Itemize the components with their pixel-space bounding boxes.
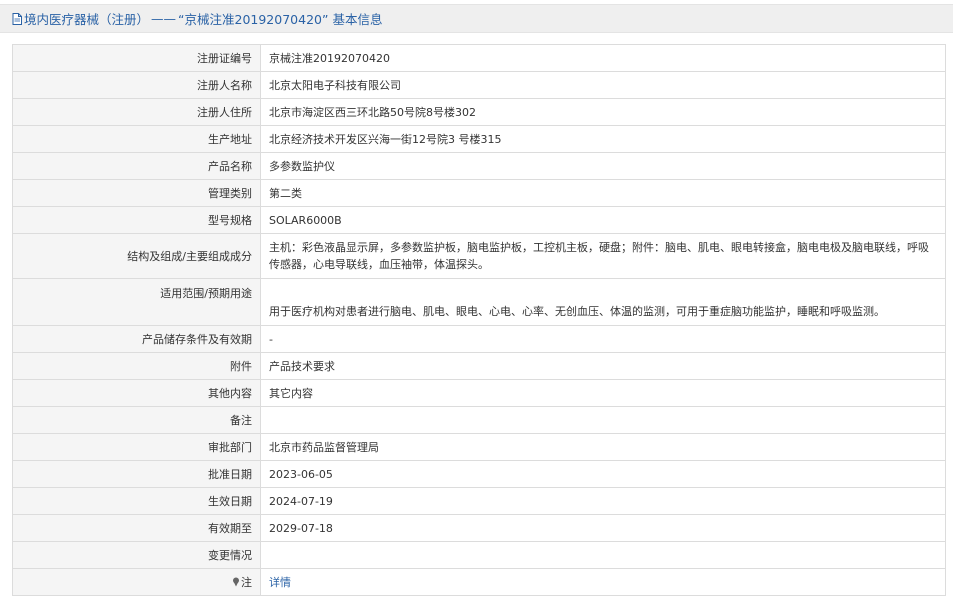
row-label-product-name: 产品名称: [12, 152, 261, 180]
row-value-registration-number: 京械注准20192070420: [260, 44, 946, 72]
table-row: 型号规格 SOLAR6000B: [12, 206, 946, 234]
table-row: 其他内容 其它内容: [12, 379, 946, 407]
row-value-other-content: 其它内容: [260, 379, 946, 407]
row-label-production-address: 生产地址: [12, 125, 261, 153]
document-icon: [12, 12, 22, 25]
row-value-management-class: 第二类: [260, 179, 946, 207]
row-value-structure-composition: 主机：彩色液晶显示屏，多参数监护板，脑电监护板，工控机主板，硬盘；附件：脑电、肌…: [260, 233, 946, 279]
table-row: 附件 产品技术要求: [12, 352, 946, 380]
row-label-intended-use: 适用范围/预期用途: [12, 278, 261, 326]
note-label-text: 注: [241, 575, 252, 589]
table-row: 注册人名称 北京太阳电子科技有限公司: [12, 71, 946, 99]
row-label-management-class: 管理类别: [12, 179, 261, 207]
pin-icon: [233, 577, 239, 586]
row-label-registrant-name: 注册人名称: [12, 71, 261, 99]
row-value-model-spec: SOLAR6000B: [260, 206, 946, 234]
page-header: 境内医疗器械（注册） —— “京械注准20192070420” 基本信息: [0, 4, 953, 33]
row-value-storage-validity: -: [260, 325, 946, 353]
table-row: 备注: [12, 406, 946, 434]
table-row: 生效日期 2024-07-19: [12, 487, 946, 515]
row-label-remarks: 备注: [12, 406, 261, 434]
row-value-product-name: 多参数监护仪: [260, 152, 946, 180]
row-value-valid-until: 2029-07-18: [260, 514, 946, 542]
row-label-attachment: 附件: [12, 352, 261, 380]
table-row: 变更情况: [12, 541, 946, 569]
row-label-registrant-address: 注册人住所: [12, 98, 261, 126]
row-value-production-address: 北京经济技术开发区兴海一街12号院3 号楼315: [260, 125, 946, 153]
header-dash: ——: [151, 11, 177, 26]
table-row: 审批部门 北京市药品监督管理局: [12, 433, 946, 461]
row-label-note: 注: [12, 568, 261, 596]
table-row: 适用范围/预期用途 用于医疗机构对患者进行脑电、肌电、眼电、心电、心率、无创血压…: [12, 278, 946, 326]
details-link[interactable]: 详情: [269, 576, 291, 589]
row-value-change-status: [260, 541, 946, 569]
table-row: 批准日期 2023-06-05: [12, 460, 946, 488]
table-row: 注册人住所 北京市海淀区西三环北路50号院8号楼302: [12, 98, 946, 126]
table-row: 注 详情: [12, 568, 946, 596]
row-label-model-spec: 型号规格: [12, 206, 261, 234]
table-row: 管理类别 第二类: [12, 179, 946, 207]
row-value-remarks: [260, 406, 946, 434]
table-row: 产品名称 多参数监护仪: [12, 152, 946, 180]
table-row: 生产地址 北京经济技术开发区兴海一街12号院3 号楼315: [12, 125, 946, 153]
row-value-registrant-name: 北京太阳电子科技有限公司: [260, 71, 946, 99]
row-label-structure-composition: 结构及组成/主要组成成分: [12, 233, 261, 279]
row-value-intended-use: 用于医疗机构对患者进行脑电、肌电、眼电、心电、心率、无创血压、体温的监测，可用于…: [260, 278, 946, 326]
row-value-approval-department: 北京市药品监督管理局: [260, 433, 946, 461]
row-value-registrant-address: 北京市海淀区西三环北路50号院8号楼302: [260, 98, 946, 126]
row-value-note: 详情: [260, 568, 946, 596]
header-registration-number: “京械注准20192070420”: [178, 12, 329, 27]
table-row: 结构及组成/主要组成成分 主机：彩色液晶显示屏，多参数监护板，脑电监护板，工控机…: [12, 233, 946, 279]
row-value-effective-date: 2024-07-19: [260, 487, 946, 515]
row-label-effective-date: 生效日期: [12, 487, 261, 515]
header-section-title: 境内医疗器械（注册）: [24, 12, 150, 27]
row-label-approval-department: 审批部门: [12, 433, 261, 461]
row-label-change-status: 变更情况: [12, 541, 261, 569]
row-label-approval-date: 批准日期: [12, 460, 261, 488]
row-label-storage-validity: 产品储存条件及有效期: [12, 325, 261, 353]
header-suffix: 基本信息: [332, 12, 383, 27]
table-row: 有效期至 2029-07-18: [12, 514, 946, 542]
row-value-approval-date: 2023-06-05: [260, 460, 946, 488]
row-label-other-content: 其他内容: [12, 379, 261, 407]
row-value-attachment: 产品技术要求: [260, 352, 946, 380]
table-row: 注册证编号 京械注准20192070420: [12, 44, 946, 72]
row-label-registration-number: 注册证编号: [12, 44, 261, 72]
registration-info-table: 注册证编号 京械注准20192070420 注册人名称 北京太阳电子科技有限公司…: [12, 44, 946, 596]
row-label-valid-until: 有效期至: [12, 514, 261, 542]
table-row: 产品储存条件及有效期 -: [12, 325, 946, 353]
